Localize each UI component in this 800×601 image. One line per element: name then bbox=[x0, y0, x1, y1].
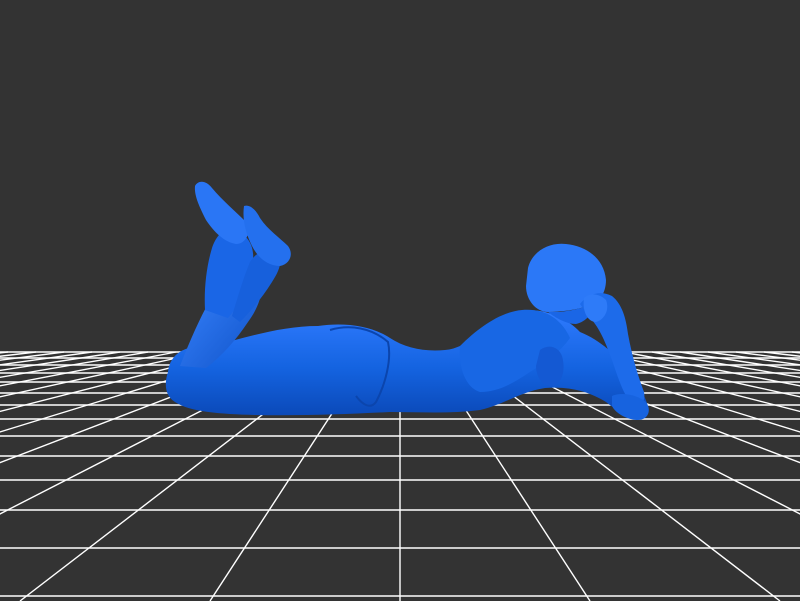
3d-viewport[interactable] bbox=[0, 0, 800, 601]
scene-canvas[interactable] bbox=[0, 0, 800, 601]
